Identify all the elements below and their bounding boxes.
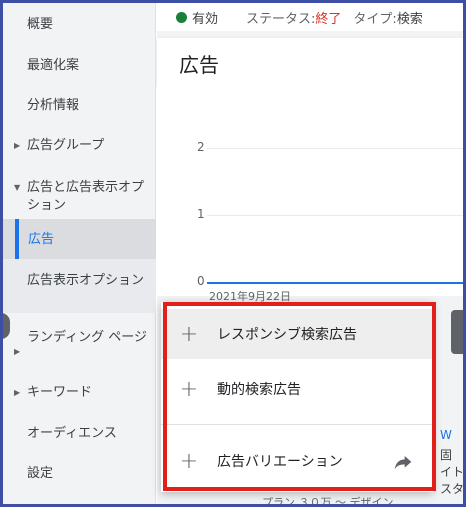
- caret-down-icon: ▼: [14, 183, 21, 192]
- y-tick-label: 0: [197, 274, 205, 288]
- sidebar-item-landing-pages[interactable]: ▶ ランディング ページ: [3, 329, 156, 356]
- page-title: 広告: [179, 53, 219, 77]
- table-cell-text: プラン ３０万 〜 デザイン...: [262, 496, 404, 507]
- sidebar-item-audiences[interactable]: オーディエンス: [3, 425, 156, 443]
- sidebar-item-ad-groups[interactable]: ▶ 広告グループ: [3, 137, 156, 155]
- sidebar-item-label: キーワード: [27, 385, 93, 400]
- side-panel-tab[interactable]: [451, 310, 463, 354]
- type-key: タイプ:: [353, 11, 397, 27]
- sidebar-item-recommendations[interactable]: 最適化案: [3, 57, 156, 75]
- y-tick-label: 1: [197, 207, 205, 221]
- sidebar-item-label: 広告グループ: [27, 138, 105, 153]
- caret-right-icon: ▶: [14, 347, 21, 356]
- page-header: 広告: [157, 38, 463, 86]
- sidebar-item-ads[interactable]: 広告: [3, 219, 156, 259]
- campaign-status-bar: 有効 ステータス: 終了 タイプ: 検索: [157, 3, 463, 31]
- sidebar-item-ads-and-extensions[interactable]: ▼ 広告と広告表示オプション: [3, 179, 156, 215]
- sidebar-item-label: 広告と広告表示オプション: [27, 180, 145, 213]
- sidebar-item-label: 広告: [28, 232, 55, 247]
- grid-line: [207, 148, 463, 149]
- table-cell-text: イト: [440, 465, 465, 479]
- table-cell-text: 固: [440, 448, 453, 462]
- type-value: 検索: [396, 11, 423, 27]
- sidebar-item-keywords[interactable]: ▶ キーワード: [3, 384, 156, 402]
- sidebar-item-overview[interactable]: 概要: [3, 16, 156, 34]
- y-tick-label: 2: [197, 140, 205, 154]
- enabled-status-dot-icon: [176, 11, 187, 23]
- table-cell-text: スタ: [440, 482, 465, 496]
- highlight-box: [163, 302, 436, 491]
- sidebar-item-ad-extensions[interactable]: 広告表示オプション: [3, 259, 156, 313]
- sidebar-item-label: ランディング ページ: [27, 330, 147, 345]
- sidebar-item-insights[interactable]: 分析情報: [3, 97, 156, 115]
- sidebar-nav: 概要 最適化案 分析情報 ▶ 広告グループ ▼ 広告と広告表示オプション 広告 …: [3, 3, 156, 504]
- enabled-status-label: 有効: [192, 11, 219, 27]
- sidebar-item-label: 分析情報: [27, 98, 80, 113]
- grid-line: [207, 215, 463, 216]
- sidebar-item-settings[interactable]: 設定: [3, 465, 156, 483]
- sidebar-item-label: 広告表示オプション: [27, 273, 145, 288]
- table-cell-text: W: [440, 428, 452, 442]
- performance-chart: 2 1 0 2021年9月22日: [157, 86, 463, 303]
- sidebar-item-label: 設定: [27, 466, 54, 481]
- status-value: 終了: [315, 11, 342, 27]
- status-key: ステータス:: [246, 11, 316, 27]
- caret-right-icon: ▶: [14, 141, 21, 150]
- sidebar-item-label: 最適化案: [27, 58, 80, 73]
- caret-right-icon: ▶: [14, 388, 21, 397]
- series-line-zero: [207, 282, 463, 284]
- sidebar-item-label: オーディエンス: [27, 426, 117, 441]
- sidebar-item-label: 概要: [27, 17, 54, 32]
